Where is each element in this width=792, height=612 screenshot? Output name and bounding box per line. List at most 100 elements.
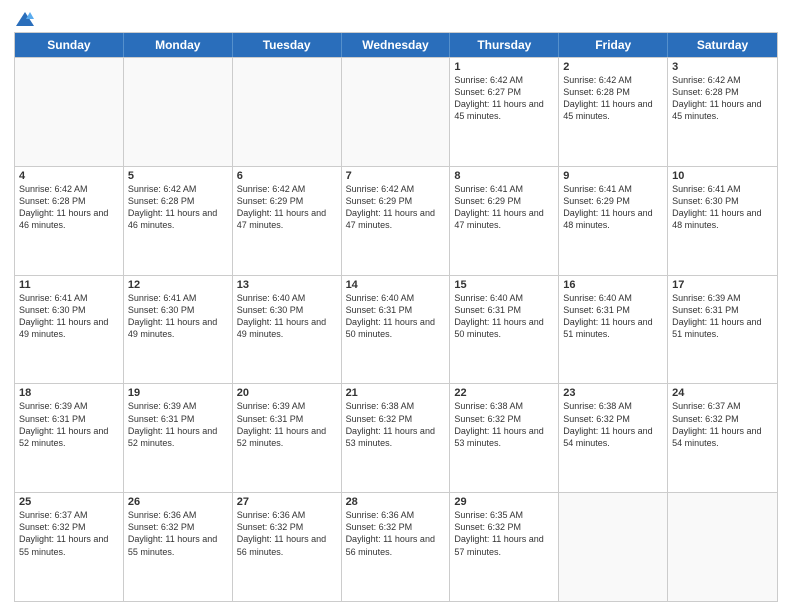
day-info: Sunrise: 6:42 AM Sunset: 6:28 PM Dayligh… (128, 183, 228, 232)
day-info: Sunrise: 6:41 AM Sunset: 6:30 PM Dayligh… (672, 183, 773, 232)
calendar-cell-3-4: 22Sunrise: 6:38 AM Sunset: 6:32 PM Dayli… (450, 384, 559, 492)
day-info: Sunrise: 6:40 AM Sunset: 6:30 PM Dayligh… (237, 292, 337, 341)
day-number: 27 (237, 496, 337, 508)
day-info: Sunrise: 6:41 AM Sunset: 6:30 PM Dayligh… (19, 292, 119, 341)
calendar-cell-1-6: 10Sunrise: 6:41 AM Sunset: 6:30 PM Dayli… (668, 167, 777, 275)
calendar-cell-2-0: 11Sunrise: 6:41 AM Sunset: 6:30 PM Dayli… (15, 276, 124, 384)
day-info: Sunrise: 6:36 AM Sunset: 6:32 PM Dayligh… (346, 509, 446, 558)
header-day-monday: Monday (124, 33, 233, 57)
day-info: Sunrise: 6:42 AM Sunset: 6:29 PM Dayligh… (346, 183, 446, 232)
header-day-saturday: Saturday (668, 33, 777, 57)
day-number: 11 (19, 279, 119, 291)
calendar-body: 1Sunrise: 6:42 AM Sunset: 6:27 PM Daylig… (15, 57, 777, 601)
calendar-cell-0-2 (233, 58, 342, 166)
header-day-wednesday: Wednesday (342, 33, 451, 57)
calendar-cell-2-2: 13Sunrise: 6:40 AM Sunset: 6:30 PM Dayli… (233, 276, 342, 384)
calendar-cell-3-1: 19Sunrise: 6:39 AM Sunset: 6:31 PM Dayli… (124, 384, 233, 492)
day-info: Sunrise: 6:39 AM Sunset: 6:31 PM Dayligh… (237, 400, 337, 449)
day-info: Sunrise: 6:35 AM Sunset: 6:32 PM Dayligh… (454, 509, 554, 558)
day-number: 8 (454, 170, 554, 182)
calendar-cell-1-4: 8Sunrise: 6:41 AM Sunset: 6:29 PM Daylig… (450, 167, 559, 275)
day-info: Sunrise: 6:40 AM Sunset: 6:31 PM Dayligh… (454, 292, 554, 341)
calendar-cell-3-2: 20Sunrise: 6:39 AM Sunset: 6:31 PM Dayli… (233, 384, 342, 492)
day-info: Sunrise: 6:41 AM Sunset: 6:29 PM Dayligh… (563, 183, 663, 232)
day-info: Sunrise: 6:38 AM Sunset: 6:32 PM Dayligh… (454, 400, 554, 449)
calendar-cell-0-5: 2Sunrise: 6:42 AM Sunset: 6:28 PM Daylig… (559, 58, 668, 166)
calendar-row-4: 25Sunrise: 6:37 AM Sunset: 6:32 PM Dayli… (15, 492, 777, 601)
day-number: 19 (128, 387, 228, 399)
day-info: Sunrise: 6:40 AM Sunset: 6:31 PM Dayligh… (563, 292, 663, 341)
day-info: Sunrise: 6:37 AM Sunset: 6:32 PM Dayligh… (672, 400, 773, 449)
calendar-cell-0-3 (342, 58, 451, 166)
day-number: 7 (346, 170, 446, 182)
calendar-cell-4-5 (559, 493, 668, 601)
day-info: Sunrise: 6:38 AM Sunset: 6:32 PM Dayligh… (563, 400, 663, 449)
day-number: 16 (563, 279, 663, 291)
calendar-cell-2-6: 17Sunrise: 6:39 AM Sunset: 6:31 PM Dayli… (668, 276, 777, 384)
day-number: 6 (237, 170, 337, 182)
calendar-cell-4-1: 26Sunrise: 6:36 AM Sunset: 6:32 PM Dayli… (124, 493, 233, 601)
calendar-cell-0-4: 1Sunrise: 6:42 AM Sunset: 6:27 PM Daylig… (450, 58, 559, 166)
calendar-cell-0-0 (15, 58, 124, 166)
day-info: Sunrise: 6:39 AM Sunset: 6:31 PM Dayligh… (672, 292, 773, 341)
day-number: 4 (19, 170, 119, 182)
header (14, 10, 778, 26)
calendar-cell-2-5: 16Sunrise: 6:40 AM Sunset: 6:31 PM Dayli… (559, 276, 668, 384)
day-number: 5 (128, 170, 228, 182)
day-number: 21 (346, 387, 446, 399)
day-info: Sunrise: 6:42 AM Sunset: 6:28 PM Dayligh… (563, 74, 663, 123)
day-number: 29 (454, 496, 554, 508)
day-number: 20 (237, 387, 337, 399)
header-day-thursday: Thursday (450, 33, 559, 57)
day-number: 28 (346, 496, 446, 508)
calendar-cell-3-6: 24Sunrise: 6:37 AM Sunset: 6:32 PM Dayli… (668, 384, 777, 492)
day-info: Sunrise: 6:36 AM Sunset: 6:32 PM Dayligh… (128, 509, 228, 558)
header-day-sunday: Sunday (15, 33, 124, 57)
calendar-cell-2-3: 14Sunrise: 6:40 AM Sunset: 6:31 PM Dayli… (342, 276, 451, 384)
day-number: 17 (672, 279, 773, 291)
day-number: 13 (237, 279, 337, 291)
calendar-cell-2-4: 15Sunrise: 6:40 AM Sunset: 6:31 PM Dayli… (450, 276, 559, 384)
calendar-cell-1-0: 4Sunrise: 6:42 AM Sunset: 6:28 PM Daylig… (15, 167, 124, 275)
day-info: Sunrise: 6:42 AM Sunset: 6:28 PM Dayligh… (19, 183, 119, 232)
calendar-cell-3-5: 23Sunrise: 6:38 AM Sunset: 6:32 PM Dayli… (559, 384, 668, 492)
calendar-cell-1-2: 6Sunrise: 6:42 AM Sunset: 6:29 PM Daylig… (233, 167, 342, 275)
calendar-cell-4-2: 27Sunrise: 6:36 AM Sunset: 6:32 PM Dayli… (233, 493, 342, 601)
day-number: 12 (128, 279, 228, 291)
day-number: 1 (454, 61, 554, 73)
calendar-cell-3-0: 18Sunrise: 6:39 AM Sunset: 6:31 PM Dayli… (15, 384, 124, 492)
day-info: Sunrise: 6:42 AM Sunset: 6:27 PM Dayligh… (454, 74, 554, 123)
day-info: Sunrise: 6:41 AM Sunset: 6:29 PM Dayligh… (454, 183, 554, 232)
calendar-row-1: 4Sunrise: 6:42 AM Sunset: 6:28 PM Daylig… (15, 166, 777, 275)
calendar-cell-4-6 (668, 493, 777, 601)
calendar-cell-0-1 (124, 58, 233, 166)
calendar-cell-2-1: 12Sunrise: 6:41 AM Sunset: 6:30 PM Dayli… (124, 276, 233, 384)
calendar-row-0: 1Sunrise: 6:42 AM Sunset: 6:27 PM Daylig… (15, 57, 777, 166)
calendar-cell-3-3: 21Sunrise: 6:38 AM Sunset: 6:32 PM Dayli… (342, 384, 451, 492)
day-number: 18 (19, 387, 119, 399)
calendar-cell-1-3: 7Sunrise: 6:42 AM Sunset: 6:29 PM Daylig… (342, 167, 451, 275)
header-day-tuesday: Tuesday (233, 33, 342, 57)
page: SundayMondayTuesdayWednesdayThursdayFrid… (0, 0, 792, 612)
day-info: Sunrise: 6:39 AM Sunset: 6:31 PM Dayligh… (19, 400, 119, 449)
calendar-cell-4-4: 29Sunrise: 6:35 AM Sunset: 6:32 PM Dayli… (450, 493, 559, 601)
day-number: 3 (672, 61, 773, 73)
day-number: 2 (563, 61, 663, 73)
day-number: 10 (672, 170, 773, 182)
calendar: SundayMondayTuesdayWednesdayThursdayFrid… (14, 32, 778, 602)
day-info: Sunrise: 6:42 AM Sunset: 6:29 PM Dayligh… (237, 183, 337, 232)
day-number: 23 (563, 387, 663, 399)
day-info: Sunrise: 6:36 AM Sunset: 6:32 PM Dayligh… (237, 509, 337, 558)
calendar-row-2: 11Sunrise: 6:41 AM Sunset: 6:30 PM Dayli… (15, 275, 777, 384)
day-info: Sunrise: 6:39 AM Sunset: 6:31 PM Dayligh… (128, 400, 228, 449)
day-info: Sunrise: 6:38 AM Sunset: 6:32 PM Dayligh… (346, 400, 446, 449)
day-number: 14 (346, 279, 446, 291)
calendar-cell-1-1: 5Sunrise: 6:42 AM Sunset: 6:28 PM Daylig… (124, 167, 233, 275)
day-number: 22 (454, 387, 554, 399)
day-number: 15 (454, 279, 554, 291)
day-info: Sunrise: 6:41 AM Sunset: 6:30 PM Dayligh… (128, 292, 228, 341)
calendar-header: SundayMondayTuesdayWednesdayThursdayFrid… (15, 33, 777, 57)
day-number: 24 (672, 387, 773, 399)
day-number: 26 (128, 496, 228, 508)
calendar-row-3: 18Sunrise: 6:39 AM Sunset: 6:31 PM Dayli… (15, 383, 777, 492)
